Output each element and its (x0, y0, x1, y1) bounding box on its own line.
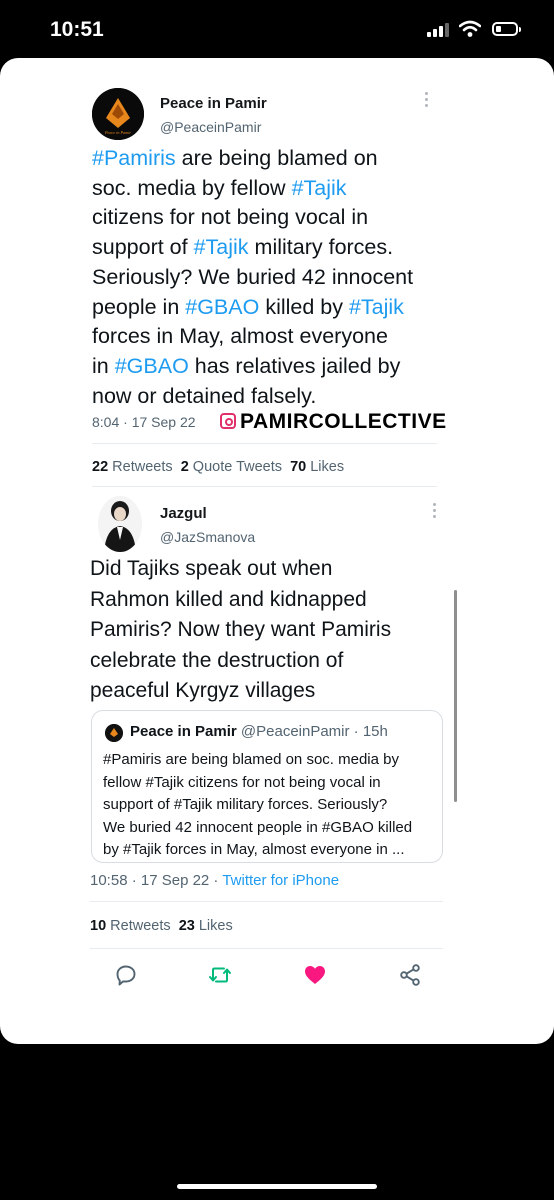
author-handle[interactable]: @PeaceinPamir (160, 119, 261, 135)
watermark: PAMIRCOLLECTIVE (220, 410, 447, 434)
tweet-text: Did Tajiks speak out when Rahmon killed … (90, 557, 392, 702)
avatar-logo-icon (105, 724, 123, 742)
hashtag-link[interactable]: #Tajik (194, 235, 249, 259)
hashtag-link[interactable]: #Tajik (292, 176, 347, 200)
status-bar: 10:51 (0, 0, 554, 60)
quoted-author-handle: @PeaceinPamir · 15h (240, 723, 388, 740)
retweet-icon[interactable] (208, 963, 232, 987)
tweet-text: #Pamiris are being blamed on soc. media … (92, 144, 452, 411)
watermark-text: PAMIRCOLLECTIVE (240, 410, 447, 433)
retweets-stat[interactable]: 10 Retweets (90, 918, 171, 934)
signal-bar-icon (427, 32, 431, 37)
avatar-caption: Peace in Pamir (104, 130, 131, 135)
battery-icon (492, 22, 521, 36)
instagram-icon (220, 413, 236, 429)
more-options-icon[interactable] (424, 92, 430, 110)
signal-bar-icon (433, 29, 437, 37)
retweets-stat[interactable]: 22 Retweets (92, 459, 173, 475)
quoted-text: #Pamiris are being blamed on soc. media … (103, 751, 413, 858)
author-name[interactable]: Jazgul (160, 505, 207, 522)
quoted-header: Peace in Pamir @PeaceinPamir · 15h (130, 723, 388, 740)
share-icon[interactable] (398, 963, 422, 987)
hashtag-link[interactable]: #Tajik (349, 295, 404, 319)
hashtag-link[interactable]: #Pamiris (92, 146, 176, 170)
signal-bar-icon (439, 26, 443, 37)
tweet-stats: 10 Retweets 23 Likes (90, 918, 233, 934)
divider (92, 443, 437, 444)
divider (90, 948, 443, 949)
divider (90, 901, 443, 902)
author-name[interactable]: Peace in Pamir (160, 95, 267, 112)
tweet-stats: 22 Retweets 2 Quote Tweets 70 Likes (92, 459, 344, 475)
tweet-source-link[interactable]: Twitter for iPhone (222, 872, 339, 889)
like-icon[interactable] (303, 963, 327, 987)
quoted-avatar (105, 724, 123, 742)
avatar[interactable]: Peace in Pamir (92, 88, 144, 140)
home-indicator[interactable] (177, 1184, 377, 1189)
tweet-meta: 10:58 · 17 Sep 22 · Twitter for iPhone (90, 872, 339, 889)
wifi-icon (459, 20, 481, 37)
tweet-timestamp[interactable]: 10:58 · 17 Sep 22 · (90, 872, 222, 889)
scrollbar[interactable] (454, 590, 457, 802)
likes-stat[interactable]: 70 Likes (290, 459, 344, 475)
status-time: 10:51 (50, 18, 104, 41)
hashtag-link[interactable]: #GBAO (185, 295, 259, 319)
quote-tweets-stat[interactable]: 2 Quote Tweets (181, 459, 282, 475)
tweet-text-segment: killed by (259, 294, 349, 319)
avatar-person-icon (98, 496, 142, 552)
author-handle[interactable]: @JazSmanova (160, 529, 255, 545)
tweet-timestamp[interactable]: 8:04 · 17 Sep 22 (92, 414, 196, 430)
reply-icon[interactable] (114, 963, 138, 987)
likes-stat[interactable]: 23 Likes (179, 918, 233, 934)
signal-bar-icon (445, 23, 449, 37)
divider (92, 486, 437, 487)
avatar[interactable] (98, 496, 142, 552)
quoted-author-name: Peace in Pamir (130, 723, 237, 740)
more-options-icon[interactable] (432, 503, 438, 521)
hashtag-link[interactable]: #GBAO (115, 354, 189, 378)
avatar-logo-icon: Peace in Pamir (92, 88, 144, 140)
